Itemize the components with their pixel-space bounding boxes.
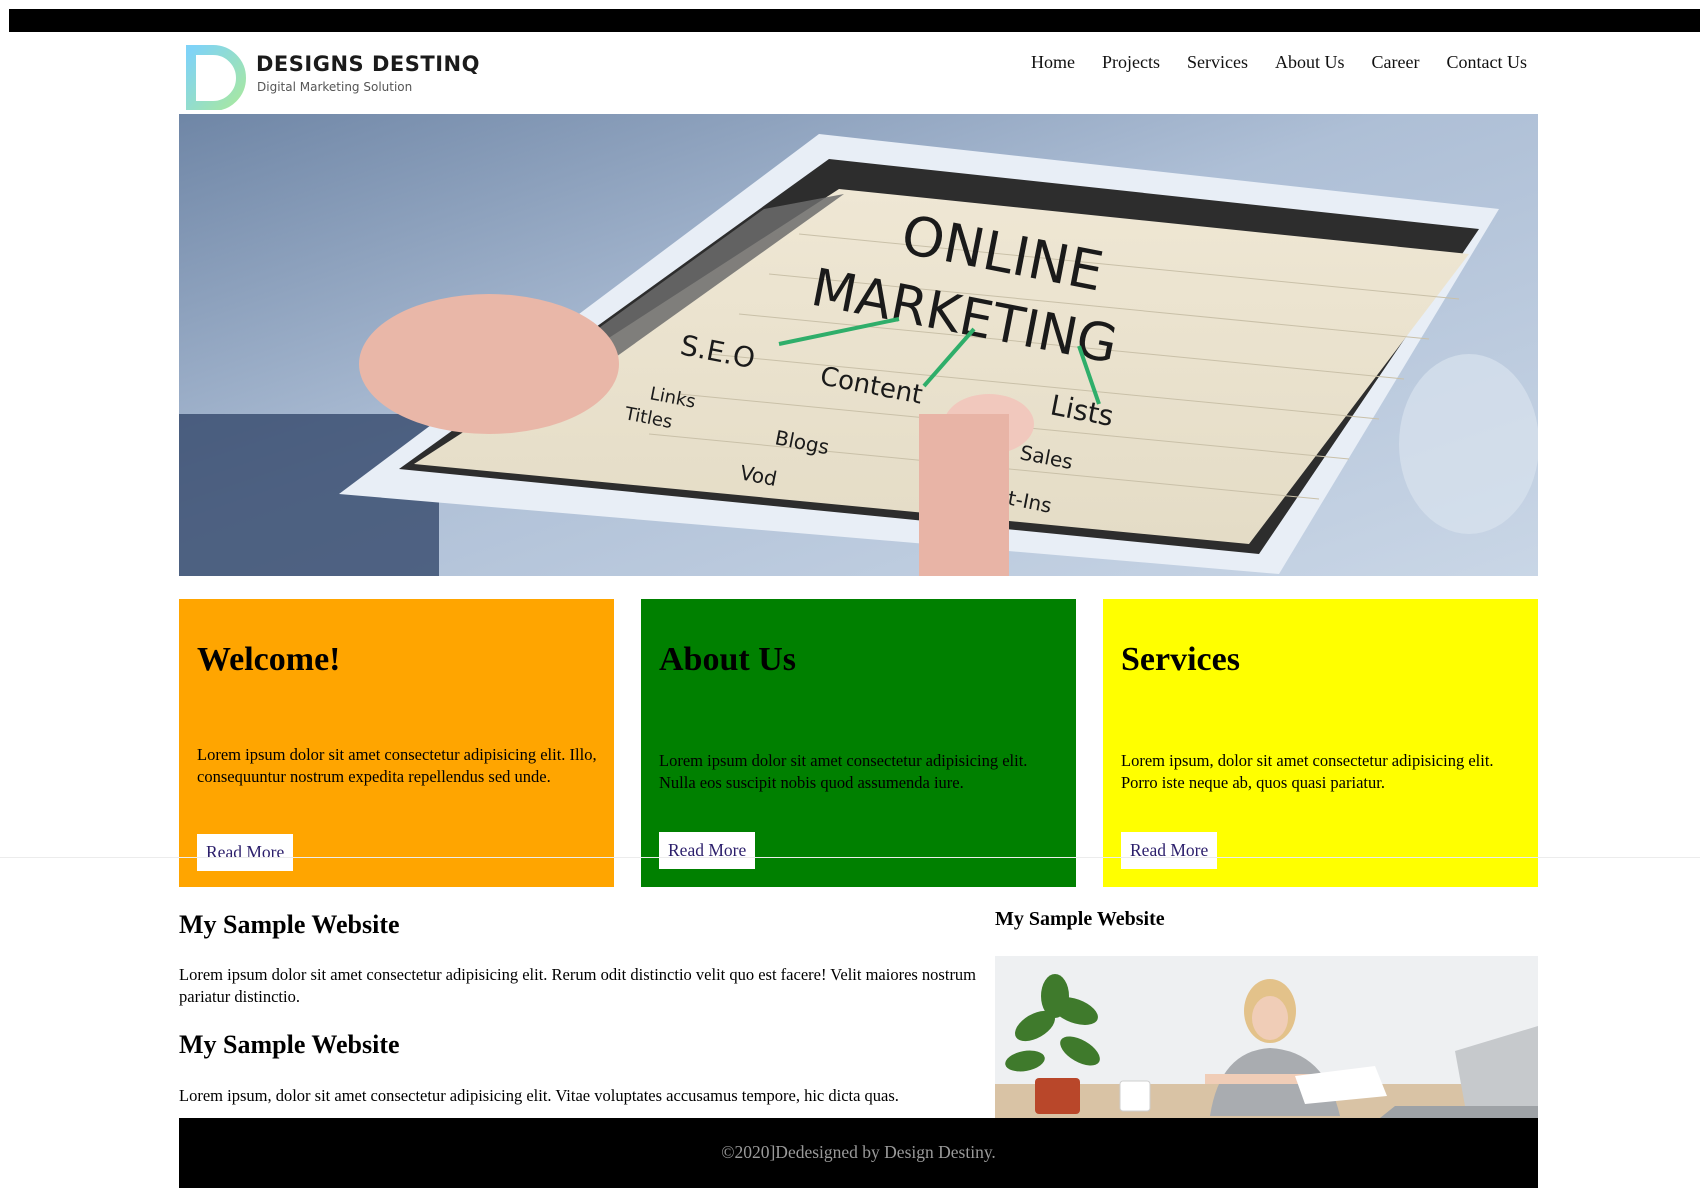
section-text: Lorem ipsum dolor sit amet consectetur a… — [179, 965, 977, 1006]
sidebar-heading: My Sample Website — [995, 908, 1165, 930]
hero-image: ONLINE MARKETING S.E.O Content Lists Lin… — [179, 114, 1538, 576]
footer-copyright: ©2020]Dedesigned by Design Destiny. — [721, 1142, 996, 1162]
nav-career[interactable]: Career — [1372, 52, 1420, 73]
section-heading: My Sample Website — [179, 1030, 400, 1059]
read-more-button[interactable]: Read More — [197, 834, 294, 871]
brand-name: DESIGNS DESTINQ — [256, 52, 480, 76]
section-heading: My Sample Website — [179, 910, 400, 939]
brand-tagline: Digital Marketing Solution — [257, 80, 413, 94]
hero-illustration: ONLINE MARKETING S.E.O Content Lists Lin… — [179, 114, 1538, 576]
card-title: Welcome! — [197, 641, 341, 678]
divider — [0, 857, 1700, 858]
section-text: Lorem ipsum, dolor sit amet consectetur … — [179, 1086, 899, 1105]
woman-at-desk-photo — [995, 956, 1538, 1118]
nav-about-us[interactable]: About Us — [1275, 52, 1345, 73]
nav-services[interactable]: Services — [1187, 52, 1248, 73]
read-more-button[interactable]: Read More — [659, 832, 756, 869]
card-text: Lorem ipsum, dolor sit amet consectetur … — [1121, 751, 1494, 792]
card-about-us: About Us Lorem ipsum dolor sit amet cons… — [641, 599, 1076, 887]
main-nav: Home Projects Services About Us Career C… — [1004, 52, 1527, 73]
nav-home[interactable]: Home — [1031, 52, 1075, 73]
read-more-button[interactable]: Read More — [1121, 832, 1218, 869]
nav-contact-us[interactable]: Contact Us — [1447, 52, 1528, 73]
logo-d-icon — [186, 45, 246, 110]
sidebar-photo — [995, 956, 1538, 1118]
card-title: Services — [1121, 641, 1240, 678]
card-welcome: Welcome! Lorem ipsum dolor sit amet cons… — [179, 599, 614, 887]
brand-logo[interactable]: DESIGNS DESTINQ Digital Marketing Soluti… — [183, 42, 479, 112]
card-text: Lorem ipsum dolor sit amet consectetur a… — [197, 745, 597, 786]
card-services: Services Lorem ipsum, dolor sit amet con… — [1103, 599, 1538, 887]
top-black-bar — [9, 9, 1700, 32]
card-text: Lorem ipsum dolor sit amet consectetur a… — [659, 751, 1028, 792]
footer: ©2020]Dedesigned by Design Destiny. — [179, 1118, 1538, 1188]
nav-projects[interactable]: Projects — [1102, 52, 1160, 73]
card-title: About Us — [659, 641, 796, 678]
